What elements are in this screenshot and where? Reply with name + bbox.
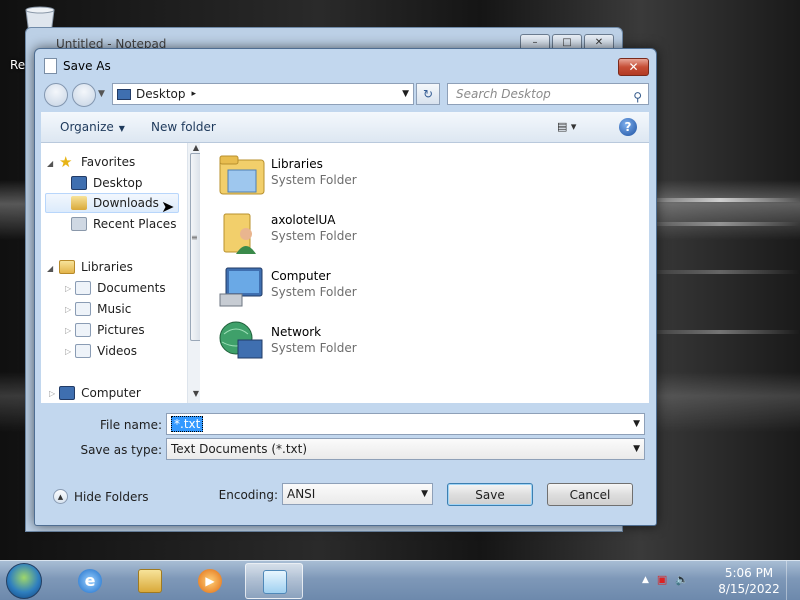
folder-icon — [138, 569, 162, 593]
expand-arrow-icon[interactable]: ▷ — [65, 305, 71, 314]
media-player-icon: ▶ — [198, 569, 222, 593]
file-list-pane: Libraries System Folder axolotelUA Syste… — [200, 143, 649, 403]
file-name-label: File name: — [100, 418, 162, 432]
expand-arrow-icon[interactable]: ▷ — [65, 347, 71, 356]
forward-button[interactable] — [72, 83, 96, 107]
encoding-label: Encoding: — [218, 488, 278, 502]
nav-item-pictures[interactable]: ▷ Pictures — [65, 320, 145, 340]
list-item[interactable]: Network System Folder — [218, 317, 478, 369]
desktop-streak — [640, 270, 800, 274]
pictures-icon — [75, 323, 92, 337]
clock[interactable]: 5:06 PM 8/15/2022 — [716, 565, 782, 597]
desktop-icon — [117, 88, 131, 100]
dialog-title: Save As — [63, 59, 111, 73]
nav-item-recent-places[interactable]: Recent Places — [71, 214, 176, 234]
search-icon[interactable]: ⚲ — [633, 87, 642, 107]
views-button[interactable]: ▤ ▾ — [557, 120, 576, 133]
nav-item-desktop[interactable]: Desktop — [71, 173, 143, 193]
expand-arrow-icon[interactable]: ▷ — [65, 326, 71, 335]
show-desktop-button[interactable] — [786, 561, 800, 600]
desktop-streak — [640, 198, 800, 202]
close-button[interactable]: ✕ — [618, 58, 649, 76]
notepad-icon — [263, 570, 287, 594]
libraries-icon — [219, 155, 265, 195]
cancel-button[interactable]: Cancel — [547, 483, 633, 506]
network-status-icon[interactable]: ▣ — [657, 573, 667, 586]
encoding-select[interactable]: ANSI ▼ — [282, 483, 433, 505]
save-button[interactable]: Save — [447, 483, 533, 506]
organize-menu[interactable]: Organize ▼ — [60, 120, 125, 134]
breadcrumb-separator[interactable]: ▸ — [192, 89, 197, 99]
start-button[interactable] — [6, 563, 42, 599]
nav-item-computer[interactable]: ▷ Computer — [49, 383, 141, 403]
videos-icon — [75, 344, 92, 358]
back-button[interactable] — [44, 83, 68, 107]
show-hidden-icons-icon[interactable]: ▲ — [642, 575, 649, 585]
chevron-down-icon[interactable]: ▼ — [633, 414, 640, 434]
address-location[interactable]: Desktop — [136, 87, 186, 101]
file-name-value[interactable]: *.txt — [171, 416, 204, 432]
taskbar-media-player[interactable]: ▶ — [181, 563, 239, 599]
nav-item-music[interactable]: ▷ Music — [65, 299, 131, 319]
nav-item-downloads[interactable]: Downloads — [45, 193, 179, 213]
network-icon — [219, 321, 263, 359]
downloads-folder-icon — [71, 196, 87, 210]
scroll-grip-icon: ≡ — [191, 233, 198, 242]
expand-arrow-icon[interactable]: ▷ — [49, 389, 55, 398]
chevron-down-icon[interactable]: ▼ — [633, 439, 640, 459]
recent-places-icon — [71, 217, 87, 231]
clock-time: 5:06 PM — [724, 566, 774, 580]
nav-item-videos[interactable]: ▷ Videos — [65, 341, 137, 361]
computer-icon — [59, 386, 76, 400]
command-toolbar: Organize ▼ New folder ▤ ▾ ? — [41, 112, 649, 143]
help-icon[interactable]: ? — [619, 118, 637, 136]
user-folder-icon — [223, 213, 256, 254]
file-name-field[interactable]: *.txt ▼ — [166, 413, 645, 435]
nav-item-favorites[interactable]: ★ Favorites — [59, 152, 135, 172]
volume-muted-icon[interactable]: 🔈 — [675, 573, 689, 586]
address-bar[interactable]: Desktop ▸ ▼ — [112, 83, 414, 105]
save-as-type-value: Text Documents (*.txt) — [171, 442, 308, 456]
documents-icon — [75, 281, 92, 295]
desktop-streak — [640, 330, 800, 334]
save-as-type-label: Save as type: — [80, 443, 162, 457]
libraries-icon — [59, 260, 75, 274]
nav-item-documents[interactable]: ▷ Documents — [65, 278, 166, 298]
taskbar: e ▶ ▲ ▣ 🔈 5:06 PM 8/15/2022 — [0, 560, 800, 600]
internet-explorer-icon: e — [78, 569, 102, 593]
clock-date: 8/15/2022 — [718, 582, 780, 596]
expand-arrow-icon[interactable]: ▷ — [65, 284, 71, 293]
search-input[interactable]: Search Desktop ⚲ — [447, 83, 649, 105]
hide-folders-button[interactable]: ▲ Hide Folders — [53, 489, 149, 504]
address-dropdown[interactable]: ▼ — [402, 89, 409, 99]
desktop-streak — [640, 222, 800, 226]
search-placeholder: Search Desktop — [456, 87, 551, 101]
encoding-value: ANSI — [287, 487, 316, 501]
list-item[interactable]: Computer System Folder — [218, 261, 478, 313]
computer-icon — [219, 267, 263, 307]
mouse-cursor-icon: ➤ — [161, 197, 175, 216]
list-item[interactable]: Libraries System Folder — [218, 149, 478, 201]
notepad-icon — [44, 58, 57, 74]
desktop-icon — [71, 176, 87, 190]
chevron-up-icon: ▲ — [53, 489, 68, 504]
nav-item-libraries[interactable]: Libraries — [59, 257, 133, 277]
collapse-arrow-icon[interactable]: ◢ — [47, 159, 53, 168]
recent-locations-dropdown[interactable]: ▼ — [98, 89, 105, 99]
new-folder-button[interactable]: New folder — [151, 120, 216, 134]
taskbar-internet-explorer[interactable]: e — [61, 563, 119, 599]
save-as-dialog: Save As ✕ ▼ Desktop ▸ ▼ ↻ Search Desktop… — [34, 48, 657, 526]
list-item[interactable]: axolotelUA System Folder — [218, 205, 478, 257]
save-as-type-select[interactable]: Text Documents (*.txt) ▼ — [166, 438, 645, 460]
refresh-button[interactable]: ↻ — [416, 83, 440, 105]
star-icon: ★ — [59, 153, 73, 171]
taskbar-explorer[interactable] — [121, 563, 179, 599]
taskbar-notepad[interactable] — [245, 563, 303, 599]
navigation-pane: ◢ ★ Favorites Desktop Downloads ➤ Recent… — [41, 143, 204, 403]
collapse-arrow-icon[interactable]: ◢ — [47, 264, 53, 273]
music-icon — [75, 302, 92, 316]
chevron-down-icon[interactable]: ▼ — [421, 484, 428, 504]
system-tray: ▲ ▣ 🔈 — [642, 573, 689, 586]
